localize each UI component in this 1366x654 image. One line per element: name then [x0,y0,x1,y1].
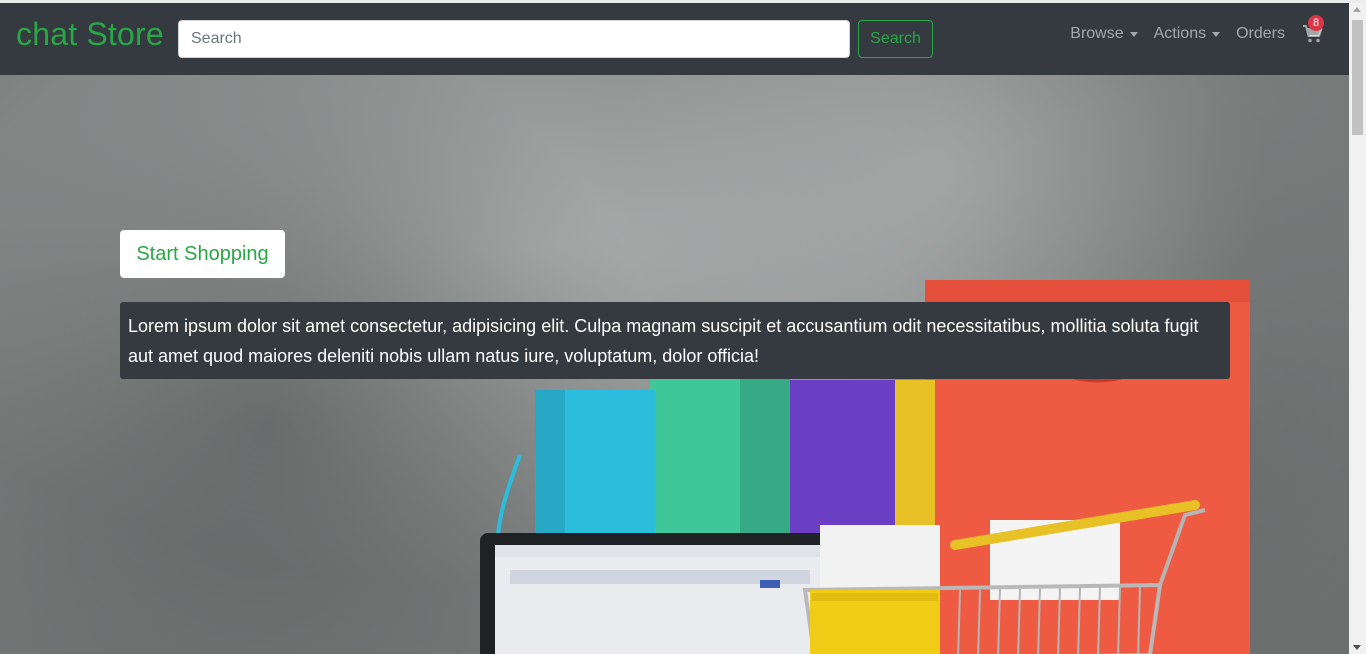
scrollbar-thumb[interactable] [1352,20,1363,135]
search-button[interactable]: Search [858,20,933,58]
navbar: chat Store Search Browse Actions Orders … [0,3,1349,75]
intro-text: Lorem ipsum dolor sit amet consectetur, … [128,316,1199,366]
orders-label: Orders [1236,25,1285,42]
vertical-scrollbar[interactable] [1349,3,1366,654]
hero-banner: Start Shopping Lorem ipsum dolor sit ame… [0,75,1349,654]
intro-text-box: Lorem ipsum dolor sit amet consectetur, … [120,302,1230,379]
actions-dropdown[interactable]: Actions [1153,25,1221,43]
actions-label: Actions [1153,25,1207,42]
scroll-up-arrow-icon[interactable] [1353,7,1361,12]
browse-label: Browse [1070,25,1124,42]
chevron-down-icon [1212,32,1221,37]
start-shopping-button[interactable]: Start Shopping [120,230,285,278]
browse-dropdown[interactable]: Browse [1070,25,1138,43]
search-input[interactable] [178,20,850,58]
brand-logo[interactable]: chat Store [16,16,164,53]
cart-count-badge: 8 [1308,15,1324,31]
cart-button[interactable]: 8 [1301,15,1325,45]
chevron-down-icon [1129,32,1138,37]
nav-links: Browse Actions Orders 8 [1054,15,1325,45]
orders-link[interactable]: Orders [1236,25,1285,43]
search-form: Search [178,20,933,58]
scroll-down-arrow-icon[interactable] [1353,645,1361,650]
